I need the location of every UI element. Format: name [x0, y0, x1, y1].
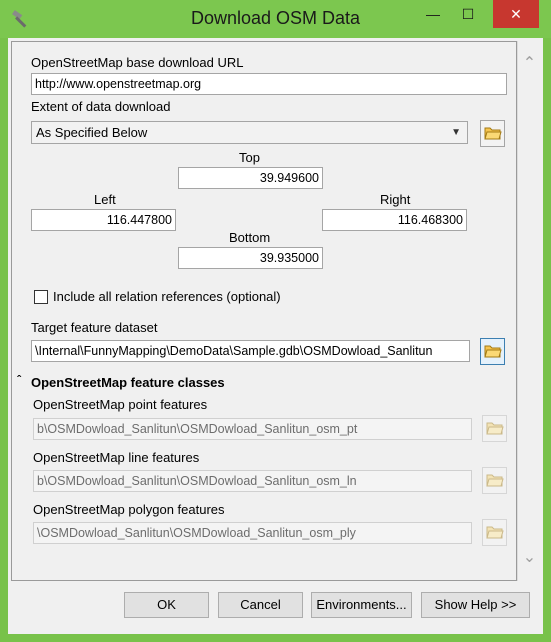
maximize-button[interactable]: ☐	[451, 0, 485, 28]
include-relations-label: Include all relation references (optiona…	[53, 289, 281, 304]
url-label: OpenStreetMap base download URL	[31, 55, 244, 70]
url-input[interactable]: http://www.openstreetmap.org	[31, 73, 507, 95]
polygon-features-label: OpenStreetMap polygon features	[33, 502, 225, 517]
show-help-button[interactable]: Show Help >>	[421, 592, 530, 618]
extent-select[interactable]: As Specified Below ▼	[31, 121, 468, 144]
line-browse-button	[482, 467, 507, 494]
polygon-features-input: \OSMDowload_Sanlitun\OSMDowload_Sanlitun…	[33, 522, 472, 544]
left-label: Left	[94, 192, 116, 207]
close-button[interactable]: ✕	[493, 0, 539, 28]
extent-label: Extent of data download	[31, 99, 171, 114]
right-input[interactable]: 116.468300	[322, 209, 467, 231]
target-dataset-label: Target feature dataset	[31, 320, 158, 335]
line-features-input: b\OSMDowload_Sanlitun\OSMDowload_Sanlitu…	[33, 470, 472, 492]
folder-open-icon	[486, 526, 504, 539]
folder-open-icon	[484, 127, 502, 140]
parameters-panel: OpenStreetMap base download URL http://w…	[11, 41, 517, 581]
folder-open-icon	[486, 474, 504, 487]
window: Download OSM Data — ☐ ✕ OpenStreetMap ba…	[0, 0, 551, 642]
left-input[interactable]: 116.447800	[31, 209, 176, 231]
dialog-body: OpenStreetMap base download URL http://w…	[8, 38, 543, 634]
point-browse-button	[482, 415, 507, 442]
top-label: Top	[239, 150, 260, 165]
point-features-input: b\OSMDowload_Sanlitun\OSMDowload_Sanlitu…	[33, 418, 472, 440]
top-input[interactable]: 39.949600	[178, 167, 323, 189]
include-relations-checkbox[interactable]	[34, 290, 48, 304]
folder-open-icon	[484, 345, 502, 358]
chevron-down-icon: ▼	[451, 127, 461, 138]
extent-browse-button[interactable]	[480, 120, 505, 147]
environments-button[interactable]: Environments...	[311, 592, 412, 618]
vertical-scrollbar[interactable]: ⌃ ⌄	[517, 41, 540, 581]
scroll-up-icon[interactable]: ⌃	[518, 53, 541, 73]
extent-select-value: As Specified Below	[36, 125, 148, 140]
point-features-label: OpenStreetMap point features	[33, 397, 208, 412]
cancel-button[interactable]: Cancel	[218, 592, 303, 618]
folder-open-icon	[486, 422, 504, 435]
line-features-label: OpenStreetMap line features	[33, 450, 200, 465]
collapse-chevron-icon[interactable]: ˆ	[17, 373, 21, 387]
ok-button[interactable]: OK	[124, 592, 209, 618]
target-browse-button[interactable]	[480, 338, 505, 365]
minimize-button[interactable]: —	[416, 0, 450, 28]
target-dataset-input[interactable]: \Internal\FunnyMapping\DemoData\Sample.g…	[31, 340, 470, 362]
right-label: Right	[380, 192, 411, 207]
bottom-input[interactable]: 39.935000	[178, 247, 323, 269]
feature-classes-header[interactable]: OpenStreetMap feature classes	[31, 375, 225, 390]
polygon-browse-button	[482, 519, 507, 546]
bottom-label: Bottom	[229, 230, 271, 245]
scroll-down-icon[interactable]: ⌄	[518, 547, 541, 567]
title-bar[interactable]: Download OSM Data — ☐ ✕	[0, 0, 551, 38]
